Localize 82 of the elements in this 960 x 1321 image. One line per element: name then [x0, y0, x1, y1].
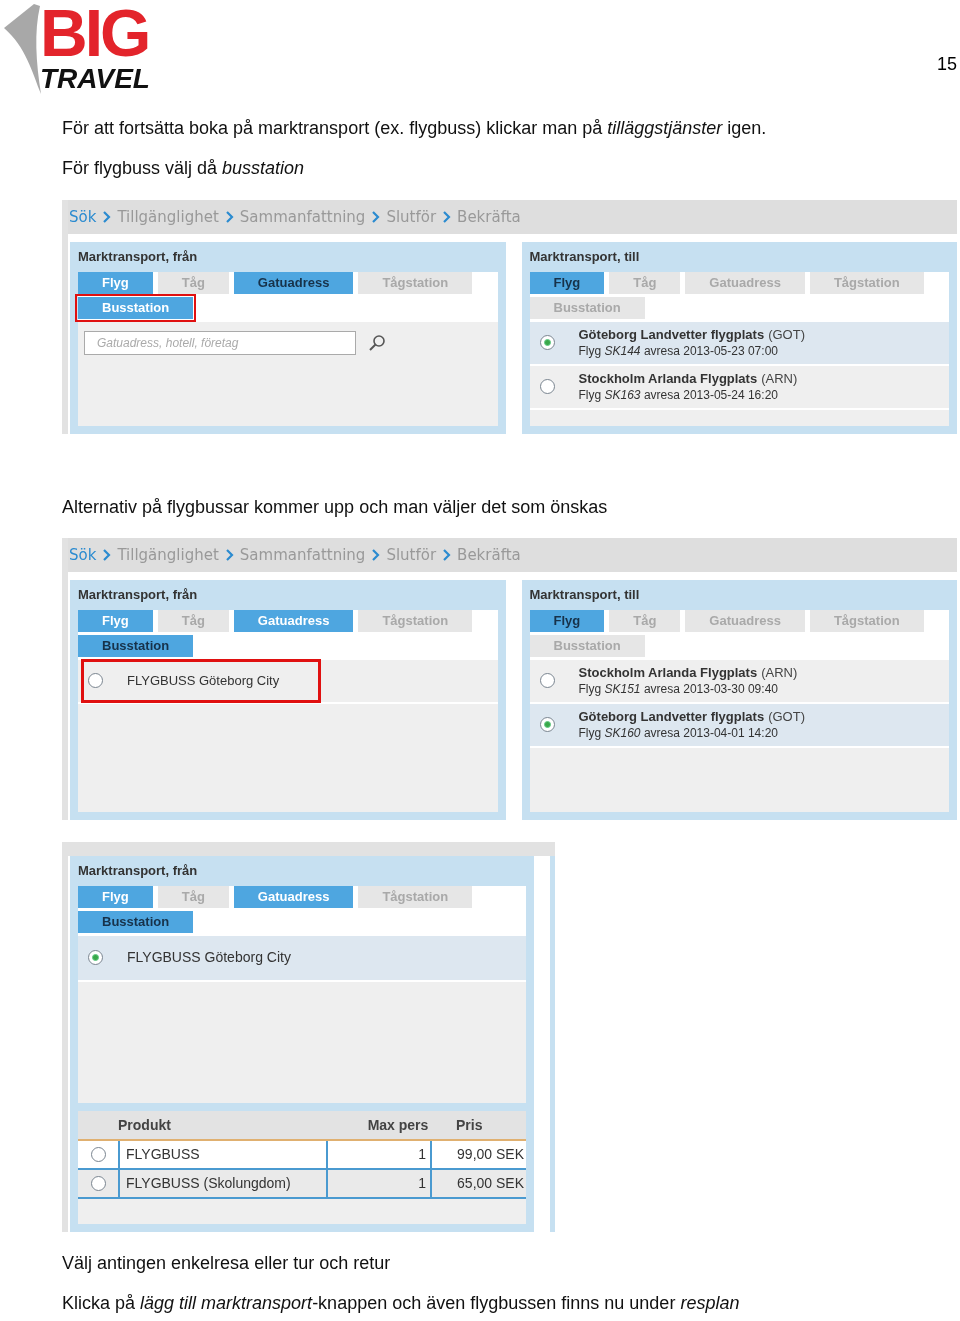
radio-button[interactable]: [539, 673, 555, 688]
option-code: (GOT): [768, 708, 805, 725]
chevron-icon: [102, 549, 112, 561]
chevron-icon: [371, 211, 381, 223]
chevron-icon: [442, 211, 452, 223]
table-cell: 65,00 SEK: [430, 1170, 526, 1197]
column-header: Produkt: [118, 1115, 172, 1135]
product-row[interactable]: FLYGBUSS (Skolungdom) 1 65,00 SEK: [78, 1170, 526, 1199]
breadcrumb-item[interactable]: Sammanfattning: [239, 543, 366, 567]
breadcrumb-item[interactable]: Sök: [69, 205, 97, 229]
table-cell: FLYGBUSS: [118, 1141, 326, 1168]
option-detail: Flyg SK144 avresa 2013-05-23 07:00: [578, 342, 779, 359]
chevron-icon: [442, 549, 452, 561]
option-code: (ARN): [761, 370, 798, 387]
paragraph: För flygbuss välj då busstation: [62, 157, 306, 179]
breadcrumb-item[interactable]: Bekräfta: [457, 543, 521, 567]
search-icon[interactable]: [368, 333, 386, 352]
option-row[interactable]: Göteborg Landvetter flygplats (GOT) Flyg SK144 avresa 2013-05-23 07:00: [529, 321, 949, 366]
option-row[interactable]: Göteborg Landvetter flygplats (GOT) Flyg SK160 avresa 2013-04-01 14:20: [529, 703, 949, 748]
radio-button[interactable]: [90, 1176, 106, 1191]
panel-title: Marktransport, från: [78, 862, 199, 880]
radio-button[interactable]: [539, 379, 555, 394]
table-cell: 1: [326, 1170, 430, 1197]
page-number: 15: [936, 53, 957, 76]
tab[interactable]: Busstation: [78, 634, 194, 657]
paragraph: Alternativ på flygbussar kommer upp och man väljer det som önskas: [62, 496, 609, 518]
product-row[interactable]: FLYGBUSS 1 99,00 SEK: [78, 1141, 526, 1170]
tab[interactable]: Gatuadress: [233, 609, 354, 632]
option-name: Stockholm Arlanda Flygplats: [578, 370, 758, 387]
panel-title: Marktransport, från: [78, 586, 199, 604]
paragraph: För att fortsätta boka på marktransport (ex. flygbuss) klickar man på tilläggstjänster igen.: [62, 117, 768, 139]
option-code: (GOT): [768, 326, 805, 343]
paragraph: Välj antingen enkelresa eller tur och retur: [62, 1252, 392, 1274]
radio-button[interactable]: [539, 335, 555, 350]
option-detail: Flyg SK151 avresa 2013-03-30 09:40: [578, 680, 779, 697]
panel-title: Marktransport, till: [529, 248, 641, 266]
tab[interactable]: Flyg: [529, 609, 605, 632]
radio-button[interactable]: [90, 1147, 106, 1162]
column-header: Pris: [455, 1115, 483, 1135]
table-cell: 99,00 SEK: [430, 1141, 526, 1168]
breadcrumb-item[interactable]: Tillgänglighet: [117, 205, 219, 229]
swoosh-icon: [4, 2, 42, 94]
chevron-icon: [224, 211, 234, 223]
option-name: Göteborg Landvetter flygplats: [578, 326, 765, 343]
option-name: Göteborg Landvetter flygplats: [578, 708, 765, 725]
option-name: Stockholm Arlanda Flygplats: [578, 664, 758, 681]
tab[interactable]: Flyg: [78, 885, 153, 908]
breadcrumb-item[interactable]: Tillgänglighet: [117, 543, 219, 567]
tab[interactable]: Flyg: [78, 271, 153, 294]
chevron-icon: [224, 549, 234, 561]
breadcrumb-item[interactable]: Bekräfta: [457, 205, 521, 229]
breadcrumb-item[interactable]: Sök: [69, 543, 97, 567]
tab[interactable]: Gatuadress: [233, 885, 354, 908]
tab[interactable]: Gatuadress: [233, 271, 354, 294]
breadcrumb-item[interactable]: Slutför: [386, 543, 437, 567]
option-row[interactable]: FLYGBUSS Göteborg City: [78, 659, 498, 704]
breadcrumb-item[interactable]: Slutför: [386, 205, 437, 229]
column-header: Max pers: [366, 1115, 430, 1135]
radio-button[interactable]: [88, 673, 103, 688]
radio-button[interactable]: [88, 950, 103, 965]
table-cell: FLYGBUSS (Skolungdom): [118, 1170, 326, 1197]
table-cell: 1: [326, 1141, 430, 1168]
option-name: FLYGBUSS Göteborg City: [127, 671, 280, 690]
panel-title: Marktransport, till: [529, 586, 641, 604]
option-row[interactable]: FLYGBUSS Göteborg City: [78, 935, 526, 982]
option-detail: Flyg SK163 avresa 2013-05-24 16:20: [578, 386, 779, 403]
panel-title: Marktransport, från: [78, 248, 199, 266]
radio-button[interactable]: [539, 717, 555, 732]
tab[interactable]: Busstation: [78, 910, 194, 933]
option-detail: Flyg SK160 avresa 2013-04-01 14:20: [578, 724, 779, 741]
option-name: FLYGBUSS Göteborg City: [127, 948, 291, 967]
logo-text: TRAVEL: [40, 64, 150, 94]
tab[interactable]: Busstation: [78, 296, 194, 319]
chevron-icon: [371, 549, 381, 561]
search-field[interactable]: Gatuadress, hotell, företag: [84, 330, 356, 355]
option-code: (ARN): [761, 664, 798, 681]
logo-text: BIG: [40, 2, 150, 64]
chevron-icon: [102, 211, 112, 223]
tab[interactable]: Flyg: [78, 609, 153, 632]
breadcrumb-item[interactable]: Sammanfattning: [239, 205, 366, 229]
paragraph: Klicka på lägg till marktransport-knappen och även flygbussen finns nu under resplan: [62, 1292, 741, 1314]
tab[interactable]: Flyg: [529, 271, 605, 294]
